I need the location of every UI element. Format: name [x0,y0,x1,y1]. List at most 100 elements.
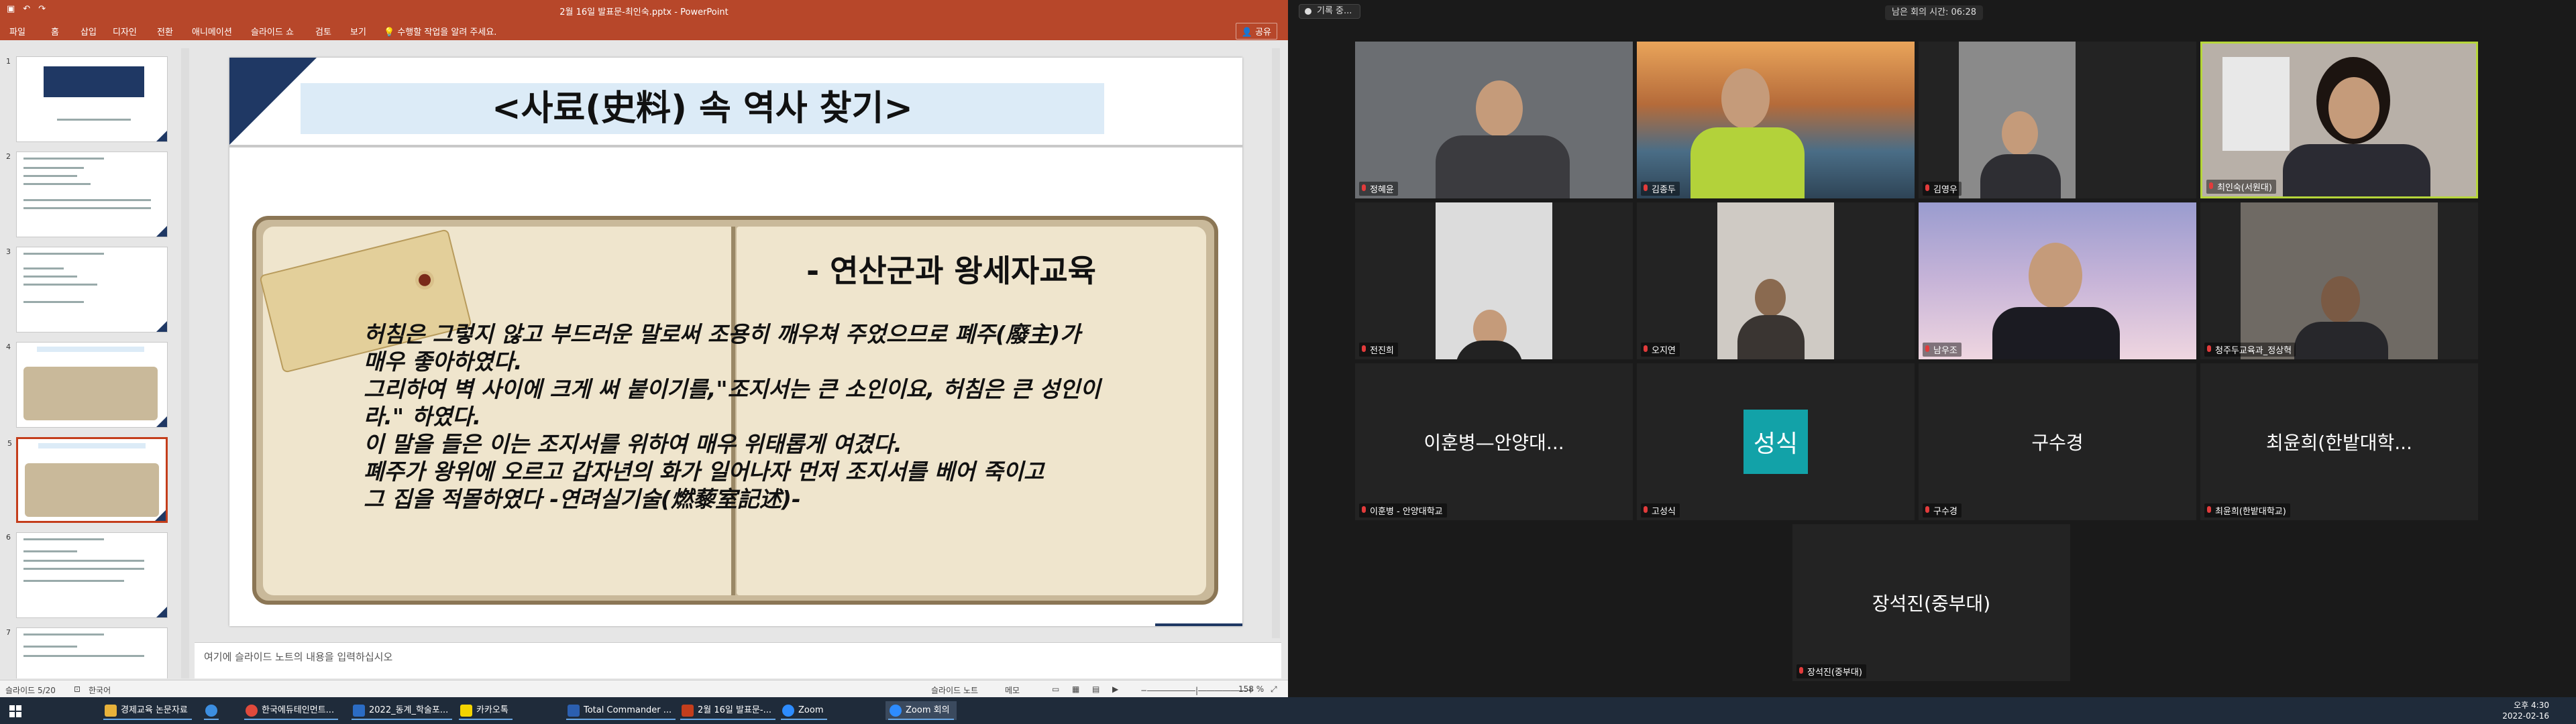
body-line: 허침은 그렇지 않고 부드러운 말로써 조용히 깨우쳐 주었으므로 폐주(廢主)… [364,321,1081,347]
powerpoint-window: ▣ ↶ ↷ 2월 16일 발표문-최인숙.pptx - PowerPoint 파… [0,0,1288,697]
muted-mic-icon [2207,506,2211,513]
participant-tile[interactable]: 남우조 [1919,202,2196,359]
participant-tile[interactable]: 김종두 [1637,42,1915,198]
thumbnails-scrollbar[interactable] [181,48,189,678]
tab-animations[interactable]: 애니메이션 [192,25,232,38]
title-block [44,66,144,97]
clock-date: 2022-02-16 [2502,711,2549,721]
total-commander-icon [568,705,580,717]
zoom-slider[interactable]: −――――――|――――――＋ [1140,684,1254,696]
slide-thumbnail-7[interactable]: 7 [6,627,168,678]
word-icon [353,705,365,717]
slide-thumbnail-1[interactable]: 1 [6,56,168,142]
taskbar-powerpoint[interactable]: 2월 16일 발표문-... [678,701,778,720]
notes-pane[interactable]: 여기에 슬라이드 노트의 내용을 입력하십시오 [195,642,1281,678]
slide-thumbnail-3[interactable]: 3 [6,247,168,333]
taskbar-zoom-meeting[interactable]: Zoom 회의 [885,701,957,720]
active-speaker-tile[interactable]: 최인숙(서원대) [2200,42,2478,198]
ppt-title-bar: ▣ ↶ ↷ 2월 16일 발표문-최인숙.pptx - PowerPoint [0,0,1288,20]
taskbar-kakaotalk[interactable]: 카카오톡 [456,701,515,720]
slide-title[interactable]: <사료(史料) 속 역사 찾기> [301,83,1104,134]
taskbar-edge[interactable] [201,701,221,720]
clock-time: 오후 4:30 [2514,701,2549,710]
tab-slideshow[interactable]: 슬라이드 쇼 [251,25,294,38]
recording-label: 기록 중... [1317,6,1352,16]
system-clock[interactable]: 오후 4:30 2022-02-16 [2502,700,2549,721]
tab-file[interactable]: 파일 [9,25,25,38]
participant-name: 정혜윤 [1359,182,1398,196]
muted-mic-icon [1362,345,1366,352]
participant-name: 이훈병 - 안양대학교 [1359,503,1447,518]
participant-tile[interactable]: 김영우 [1919,42,2196,198]
slide-thumbnail-6[interactable]: 6 [6,532,168,618]
notes-toggle[interactable]: 슬라이드 노트 [931,684,978,696]
lightbulb-icon: 💡 [384,27,395,38]
slideshow-view-icon[interactable]: ▶ [1112,684,1118,694]
tab-transitions[interactable]: 전환 [157,25,173,38]
taskbar-total-commander[interactable]: Total Commander ... [564,701,678,720]
tab-design[interactable]: 디자인 [113,25,137,38]
taskbar-chrome[interactable]: 한국에듀테인먼트... [241,701,341,720]
tab-view[interactable]: 보기 [350,25,366,38]
sorter-view-icon[interactable]: ▦ [1072,684,1079,694]
spellcheck-icon[interactable]: ⊡ [74,684,80,694]
slide-number: 4 [6,343,11,351]
tab-insert[interactable]: 삽입 [80,25,97,38]
participant-name: 고성식 [1641,503,1680,518]
windows-start-icon[interactable] [0,697,32,724]
book-image [25,463,159,517]
participant-tile[interactable]: 성식 고성식 [1637,363,1915,520]
participant-tile[interactable]: 최윤희(한밭대학... 최윤희(한밭대학교) [2200,363,2478,520]
participant-name: 전진희 [1359,343,1398,357]
participant-tile[interactable]: 전진희 [1355,202,1633,359]
muted-mic-icon [2207,345,2211,352]
comments-toggle[interactable]: 메모 [1005,684,1020,696]
recording-indicator[interactable]: 기록 중... [1299,4,1361,19]
participant-name: 남우조 [1923,343,1962,357]
share-button[interactable]: 👤 공유 [1235,23,1277,40]
participant-display-name: 이훈병—안양대... [1424,432,1564,454]
slide-thumbnails-panel: 1 2 3 4 5 6 7 [0,48,191,678]
body-line: 라." 하였다. [364,404,482,430]
slide-count: 슬라이드 5/20 [5,686,56,695]
zoom-icon [890,705,902,717]
share-label: 공유 [1255,27,1271,38]
fit-slide-icon[interactable]: ⤢ [1271,684,1277,695]
muted-mic-icon [1925,184,1929,191]
participant-tile[interactable]: 정혜윤 [1355,42,1633,198]
slide-body-text[interactable]: 허침은 그렇지 않고 부드러운 말로써 조용히 깨우쳐 주었으므로 폐주(廢主)… [364,320,1222,513]
tab-home[interactable]: 홈 [51,25,59,38]
taskbar-folder[interactable]: 경제교육 논문자료 [101,701,195,720]
participant-tile[interactable]: 오지연 [1637,202,1915,359]
participant-tile[interactable]: 이훈병—안양대... 이훈병 - 안양대학교 [1355,363,1633,520]
zoom-level[interactable]: 158 % [1238,684,1264,694]
participant-name: 김종두 [1641,182,1680,196]
taskbar-word[interactable]: 2022_동계_학술포... [349,701,455,720]
tab-review[interactable]: 검토 [315,25,331,38]
taskbar-zoom[interactable]: Zoom [778,701,830,720]
participant-tile[interactable]: 구수경 구수경 [1919,363,2196,520]
reading-view-icon[interactable]: ▤ [1092,684,1099,694]
muted-mic-icon [2209,182,2213,189]
slide-number: 1 [6,57,11,66]
tell-me-box[interactable]: 💡 수행할 작업을 알려 주세요. [384,25,496,38]
muted-mic-icon [1799,667,1803,674]
slide-thumbnail-4[interactable]: 4 [6,342,168,428]
slide-subtitle[interactable]: - 연산군과 왕세자교육 [806,247,1096,291]
zoom-icon [782,705,794,717]
body-line: 그 집을 적몰하였다 -연려실기술(燃藜室記述)- [364,486,801,512]
participant-tile[interactable]: 청주두교육과_정상혁 [2200,202,2478,359]
participant-name: 김영우 [1923,182,1962,196]
window-title: 2월 16일 발표문-최인숙.pptx - PowerPoint [559,7,729,17]
normal-view-icon[interactable]: ▭ [1052,684,1059,694]
remaining-time: 남은 회의 시간: 06:28 [1885,5,1984,20]
record-icon [1305,8,1311,15]
slide-thumbnail-5-selected[interactable]: 5 [7,437,168,523]
participant-tile[interactable]: 장석진(중부대) 장석진(중부대) [1792,524,2070,681]
slide-number: 6 [6,533,11,542]
slide-scrollbar[interactable] [1272,48,1280,638]
current-slide[interactable]: <사료(史料) 속 역사 찾기> - 연산군과 왕세자교육 허침은 그렇지 않고… [229,58,1242,626]
edge-icon [205,705,217,717]
slide-thumbnail-2[interactable]: 2 [6,152,168,237]
participant-avatar: 성식 [1743,410,1808,474]
